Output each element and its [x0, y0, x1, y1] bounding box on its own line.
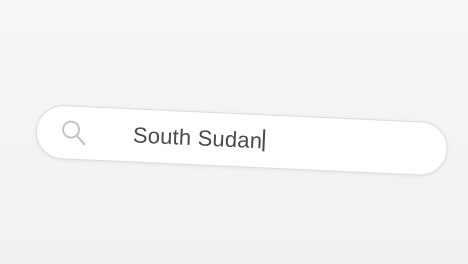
search-icon: [62, 120, 86, 146]
page-background: South Sudan: [0, 0, 468, 264]
search-bar[interactable]: South Sudan: [34, 104, 449, 177]
search-input-value: South Sudan: [132, 122, 263, 154]
text-caret: [262, 129, 266, 152]
search-input[interactable]: South Sudan: [132, 122, 266, 154]
